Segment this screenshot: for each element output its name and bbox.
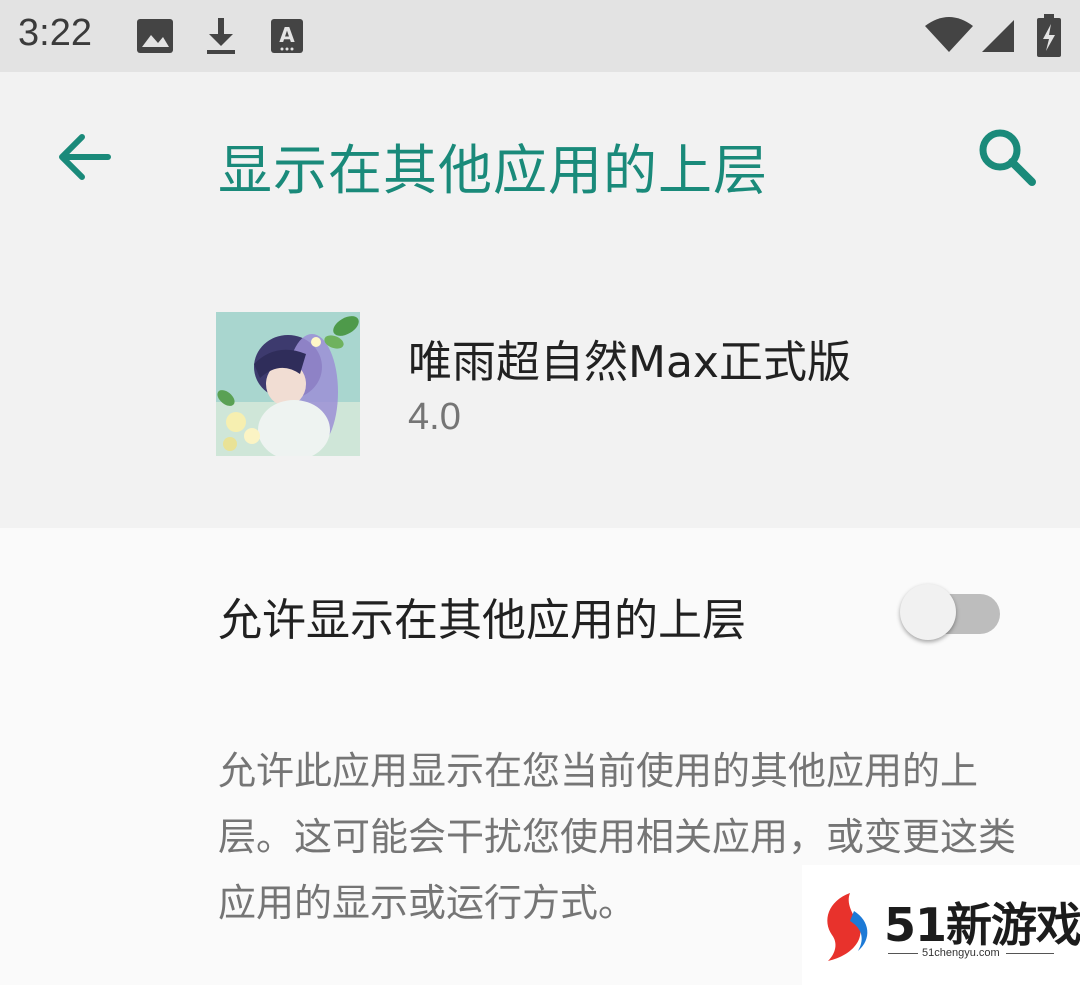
page-title: 显示在其他应用的上层	[218, 139, 768, 202]
signal-icon	[982, 20, 1014, 52]
app-name: 唯雨超自然Max正式版	[408, 337, 851, 388]
app-icon	[216, 312, 360, 456]
status-bar: 3:22 A	[0, 0, 1080, 72]
watermark-divider-right	[1006, 953, 1054, 954]
svg-text:A: A	[279, 23, 295, 47]
font-a-icon: A	[271, 19, 303, 53]
app-bar: 显示在其他应用的上层	[0, 72, 1080, 244]
download-icon	[207, 18, 235, 54]
image-icon	[137, 19, 173, 53]
watermark-logo	[827, 893, 868, 961]
watermark-divider-left	[888, 953, 918, 954]
search-button[interactable]	[970, 122, 1045, 192]
wifi-icon	[925, 17, 973, 52]
search-icon	[979, 129, 1036, 186]
permission-switch[interactable]	[896, 580, 1004, 640]
app-header: 唯雨超自然Max正式版 4.0	[0, 244, 1080, 528]
watermark: 51新游戏 51chengyu.com	[802, 865, 1080, 985]
watermark-url: 51chengyu.com	[922, 947, 1000, 959]
app-version: 4.0	[408, 396, 461, 438]
permission-toggle-row[interactable]: 允许显示在其他应用的上层	[0, 528, 1080, 698]
status-time: 3:22	[18, 12, 92, 54]
back-button[interactable]	[50, 127, 120, 187]
battery-charging-icon	[1037, 14, 1061, 57]
permission-label: 允许显示在其他应用的上层	[218, 595, 746, 646]
arrow-back-icon	[59, 134, 111, 180]
watermark-brand: 51新游戏	[884, 898, 1080, 952]
switch-thumb	[900, 584, 956, 640]
